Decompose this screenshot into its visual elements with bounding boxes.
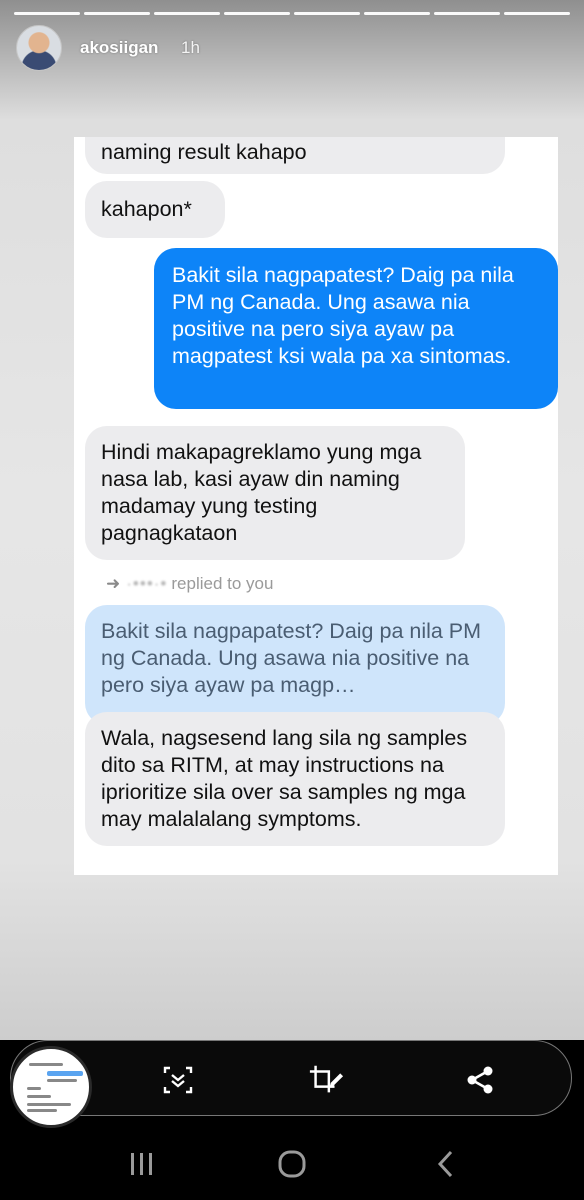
reply-label: replied to you <box>171 574 274 593</box>
message-received: kahapon* <box>85 181 225 238</box>
message-received: Hindi makapagreklamo yung mga nasa lab, … <box>85 426 465 560</box>
quoted-message: Bakit sila nagpapatest? Daig pa nila PM … <box>85 605 505 725</box>
post-time: 1h <box>181 38 200 57</box>
home-icon[interactable] <box>262 1128 322 1200</box>
avatar[interactable] <box>16 25 62 71</box>
crop-edit-icon[interactable] <box>308 1062 344 1098</box>
recent-apps-icon[interactable] <box>112 1128 172 1200</box>
message-received: Wala, nagsesend lang sila ng samples dit… <box>85 712 505 846</box>
blurred-name: ·•••·• <box>126 574 168 593</box>
story-progress-bar <box>14 12 570 15</box>
scroll-capture-icon[interactable] <box>160 1062 196 1098</box>
share-icon[interactable] <box>462 1062 498 1098</box>
username[interactable]: akosiigan <box>80 38 158 58</box>
story-viewer[interactable]: akosiigan 1h naming result kahapo kahapo… <box>0 0 584 1040</box>
message-sent: Bakit sila nagpapatest? Daig pa nila PM … <box>154 248 558 409</box>
message-received: naming result kahapo <box>85 137 505 174</box>
chat-screenshot: naming result kahapo kahapon* Bakit sila… <box>74 137 558 875</box>
screenshot-thumbnail[interactable] <box>10 1046 92 1128</box>
back-icon[interactable] <box>416 1128 476 1200</box>
system-nav-bar <box>0 1128 584 1200</box>
reply-arrow-icon: ➜ <box>106 574 121 593</box>
reply-indicator: ➜ ·•••·• replied to you <box>106 574 273 594</box>
